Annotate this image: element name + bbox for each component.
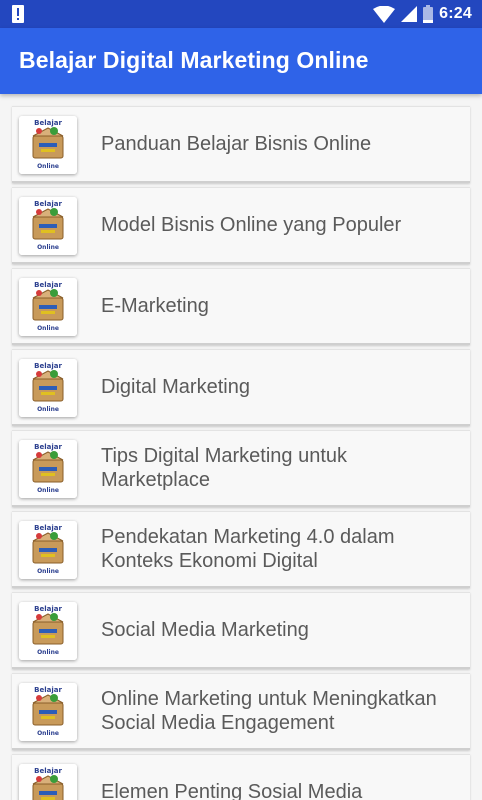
list-item-thumbnail: BelajarOnline (19, 764, 77, 800)
list-item[interactable]: Belajar Online Tips Digital Marketing untu… (12, 430, 470, 507)
thumb-text-bottom: Online (37, 487, 59, 494)
list-item-title: Online Marketing untuk Meningkatkan Soci… (101, 688, 437, 734)
list-item-title: Tips Digital Marketing untuk Marketplace (101, 445, 348, 491)
list-item[interactable]: Belajar Online Model Bisnis Online yang Po… (12, 187, 470, 264)
app-bar: Belajar Digital Marketing Online (0, 28, 482, 94)
list-item-title: Pendekatan Marketing 4.0 dalam Konteks E… (101, 526, 395, 572)
list-item-title: Social Media Marketing (101, 619, 309, 641)
status-bar: 6:24 (0, 0, 482, 28)
thumb-text-top: Belajar (34, 119, 62, 127)
thumb-text-bottom: Online (37, 649, 59, 656)
list-item-thumbnail: Belajar Online (19, 278, 77, 336)
thumb-text-top: Belajar (34, 767, 62, 775)
thumb-text-bottom: Online (37, 406, 59, 413)
list-item-thumbnail: Belajar Online (19, 521, 77, 579)
list-item-title: Panduan Belajar Bisnis Online (101, 133, 372, 155)
thumb-text-top: Belajar (34, 362, 62, 370)
thumb-text-top: Belajar (34, 605, 62, 613)
list-item-title: E-Marketing (101, 295, 209, 317)
thumb-text-bottom: Online (37, 568, 59, 575)
list-item[interactable]: Belajar Online Social Media Marketing (12, 592, 470, 669)
list-item[interactable]: Belajar Online Panduan Belajar Bisnis Onli… (12, 106, 470, 183)
list-item-thumbnail: Belajar Online (19, 683, 77, 741)
list-item-title: Model Bisnis Online yang Populer (101, 214, 402, 236)
list-item[interactable]: Belajar Online E-Marketing (12, 268, 470, 345)
thumb-text-top: Belajar (34, 200, 62, 208)
thumb-text-top: Belajar (34, 524, 62, 532)
thumb-text-bottom: Online (37, 325, 59, 332)
list-item[interactable]: Belajar Online Pendekatan Marketing 4.0 da… (12, 511, 470, 588)
thumb-text-top: Belajar (34, 281, 62, 289)
list-item-thumbnail: Belajar Online (19, 116, 77, 174)
list-item-thumbnail: Belajar Online (19, 197, 77, 255)
wifi-icon (373, 5, 396, 23)
thumb-text-top: Belajar (34, 443, 62, 451)
list-item[interactable]: BelajarOnline Elemen Penting Sosial Media (12, 754, 470, 800)
status-time: 6:24 (439, 5, 472, 22)
article-list[interactable]: Belajar Online Panduan Belajar Bisnis Onli… (0, 94, 482, 800)
signal-icon (401, 6, 418, 22)
battery-icon (423, 5, 434, 23)
thumb-text-bottom: Online (37, 163, 59, 170)
list-item-title: Elemen Penting Sosial Media (101, 781, 363, 800)
app-title: Belajar Digital Marketing Online (19, 47, 369, 73)
thumb-text-bottom: Online (37, 730, 59, 737)
list-item-title: Digital Marketing (101, 376, 250, 398)
thumb-text-bottom: Online (37, 244, 59, 251)
thumb-text-top: Belajar (34, 686, 62, 694)
alert-icon (12, 5, 24, 23)
list-item-thumbnail: Belajar Online (19, 440, 77, 498)
list-item-thumbnail: Belajar Online (19, 602, 77, 660)
list-item-thumbnail: Belajar Online (19, 359, 77, 417)
list-item[interactable]: Belajar Online Online Marketing untuk Meni… (12, 673, 470, 750)
list-item[interactable]: Belajar Online Digital Marketing (12, 349, 470, 426)
